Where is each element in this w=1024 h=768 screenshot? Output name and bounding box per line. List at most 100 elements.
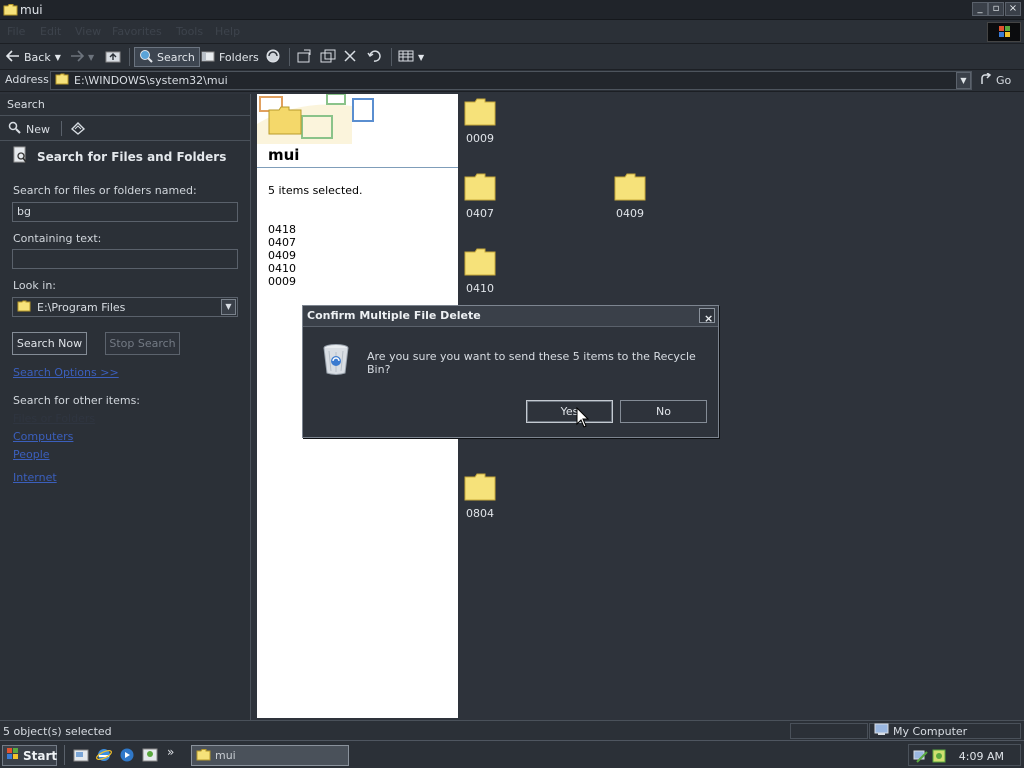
yes-button[interactable]: Yes [526, 400, 613, 423]
link-computers[interactable]: Computers [13, 430, 73, 443]
folder-item[interactable]: 0804 [455, 473, 505, 520]
search-document-icon [12, 146, 28, 167]
views-button[interactable]: ▼ [398, 47, 424, 67]
internet-explorer-icon[interactable] [96, 747, 112, 763]
search-named-input[interactable]: bg [12, 202, 238, 222]
other-items-label: Search for other items: [13, 394, 140, 407]
start-button[interactable]: Start [2, 745, 57, 766]
link-people[interactable]: People [13, 448, 50, 461]
go-arrow-icon [980, 72, 992, 88]
back-arrow-icon [5, 49, 20, 65]
look-in-select[interactable]: E:\Program Files ▼ [12, 297, 238, 317]
new-search-button[interactable]: New [8, 121, 50, 137]
folder-banner-icon [257, 93, 387, 149]
forward-button[interactable]: ▼ [70, 47, 94, 67]
messenger-icon[interactable] [142, 747, 158, 763]
toolbar-separator [391, 48, 392, 66]
search-named-label: Search for files or folders named: [13, 184, 197, 197]
webview-folder-title: mui [268, 146, 300, 164]
menu-edit[interactable]: Edit [40, 25, 61, 38]
folder-icon [196, 748, 211, 764]
address-input[interactable]: E:\WINDOWS\system32\mui [50, 71, 972, 90]
media-player-icon[interactable] [119, 747, 135, 763]
search-pane-toolbar: New [0, 116, 250, 141]
menu-view[interactable]: View [75, 25, 101, 38]
chevron-down-icon: ▼ [960, 76, 967, 85]
menu-tools[interactable]: Tools [176, 25, 203, 38]
copy-to-button[interactable] [320, 47, 336, 67]
taskbar-item-mui[interactable]: mui [191, 745, 349, 766]
system-tray: 4:09 AM [908, 744, 1021, 766]
delete-x-icon [344, 49, 356, 65]
my-computer-icon [874, 723, 889, 739]
folder-item[interactable]: 0407 [455, 173, 505, 220]
search-now-button[interactable]: Search Now [12, 332, 87, 355]
stop-search-button[interactable]: Stop Search [105, 332, 180, 355]
chevron-down-icon: ▼ [54, 52, 61, 62]
tray-network-icon[interactable] [913, 748, 929, 767]
containing-text-label: Containing text: [13, 232, 102, 245]
dialog-close-button[interactable]: × [699, 308, 715, 325]
forward-arrow-icon [70, 49, 85, 65]
move-to-icon [296, 49, 312, 66]
link-internet[interactable]: Internet [13, 471, 57, 484]
tray-security-icon[interactable] [932, 748, 946, 767]
search-globe-icon [139, 49, 153, 66]
search-history-button[interactable] [70, 120, 86, 139]
menu-file[interactable]: File [7, 25, 25, 38]
dialog-title: Confirm Multiple File Delete [307, 309, 481, 322]
address-label: Address [5, 73, 49, 86]
menu-favorites[interactable]: Favorites [112, 25, 162, 38]
go-button[interactable]: Go [980, 72, 1011, 88]
list-item: 0407 [268, 236, 296, 249]
toolbar-separator [129, 48, 130, 66]
folders-button[interactable]: Folders [201, 47, 259, 67]
show-desktop-icon[interactable] [73, 747, 89, 763]
folder-icon [464, 473, 496, 504]
move-to-button[interactable] [296, 47, 312, 67]
folder-item[interactable]: 0009 [455, 98, 505, 145]
minimize-button[interactable]: _ [972, 2, 988, 16]
up-folder-button[interactable] [105, 47, 121, 67]
status-bar: 5 object(s) selected My Computer [0, 720, 1024, 740]
windows-logo-icon [987, 22, 1021, 42]
dialog-title-bar: Confirm Multiple File Delete × [303, 306, 718, 327]
search-button[interactable]: Search [134, 47, 200, 67]
dialog-message: Are you sure you want to send these 5 it… [367, 350, 696, 376]
title-bar: mui _ ▫ × [0, 0, 1024, 20]
history-icon [70, 122, 86, 139]
sync-icon [265, 48, 281, 67]
folder-icon [55, 73, 69, 88]
search-pane: Search New Search for Files and Folders … [0, 94, 251, 720]
list-item: 0009 [268, 275, 296, 288]
copy-to-icon [320, 49, 336, 66]
folder-icon [464, 173, 496, 204]
address-dropdown-button[interactable]: ▼ [956, 72, 971, 89]
search-options-link[interactable]: Search Options >> [13, 366, 119, 379]
windows-flag-icon [6, 747, 20, 764]
address-bar: Address E:\WINDOWS\system32\mui ▼ Go [0, 70, 1024, 92]
magnifier-icon [8, 121, 21, 137]
delete-button[interactable] [344, 47, 356, 67]
folder-item[interactable]: 0409 [605, 173, 655, 220]
menu-help[interactable]: Help [215, 25, 240, 38]
containing-text-input[interactable] [12, 249, 238, 269]
quicklaunch-chevron[interactable]: » [167, 745, 174, 759]
search-pane-title: Search [7, 98, 45, 111]
maximize-button[interactable]: ▫ [988, 2, 1004, 16]
folder-item[interactable]: 0410 [455, 248, 505, 295]
link-files-folders[interactable]: Files or Folders [13, 412, 95, 425]
no-button[interactable]: No [620, 400, 707, 423]
chevron-down-icon[interactable]: ▼ [221, 299, 236, 315]
list-item: 0410 [268, 262, 296, 275]
mouse-cursor-icon [576, 406, 590, 432]
toolbar-separator [289, 48, 290, 66]
undo-button[interactable] [367, 47, 381, 67]
back-button[interactable]: Back ▼ [5, 47, 61, 67]
close-icon: × [704, 312, 714, 325]
webview-divider [257, 167, 458, 168]
close-button[interactable]: × [1005, 2, 1021, 16]
folder-icon [17, 300, 31, 315]
window-title: mui [20, 3, 43, 17]
sync-button[interactable] [265, 47, 281, 67]
